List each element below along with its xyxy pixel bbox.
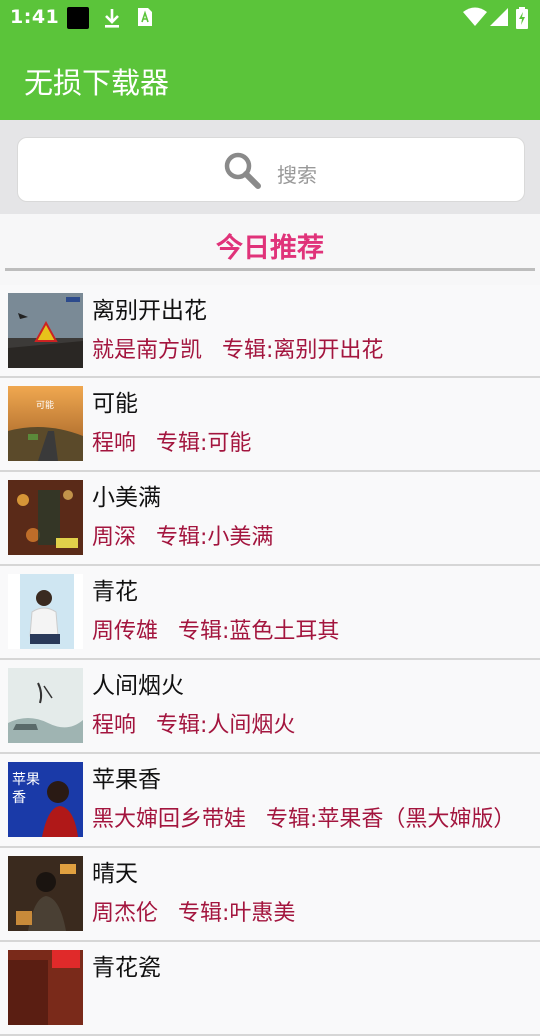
song-meta: 就是南方凯 专辑:离别开出花 [92, 332, 383, 364]
song-title: 晴天 [92, 861, 138, 887]
song-artist: 黑大婶回乡带娃 [92, 807, 247, 832]
search-placeholder: 搜索 [277, 163, 317, 187]
section-title: 今日推荐 [216, 233, 324, 264]
album-cover-image [8, 574, 83, 649]
song-album: 专辑:可能 [156, 431, 252, 456]
song-title: 离别开出花 [92, 298, 207, 324]
song-artist: 周杰伦 [92, 901, 159, 926]
song-title: 苹果香 [92, 767, 161, 793]
song-title: 小美满 [92, 485, 161, 511]
song-row[interactable]: 离别开出花 就是南方凯 专辑:离别开出花 [0, 285, 540, 378]
song-row[interactable]: 人间烟火 程响 专辑:人间烟火 [0, 660, 540, 754]
album-cover-image [8, 293, 83, 368]
song-artist: 程响 [92, 431, 137, 456]
recommend-section-header: 今日推荐 [0, 214, 540, 271]
wifi-icon [463, 7, 487, 31]
svg-text:香: 香 [12, 790, 26, 806]
song-artist: 就是南方凯 [92, 338, 203, 363]
song-artist: 程响 [92, 713, 137, 738]
song-artist: 周传雄 [92, 619, 159, 644]
song-title: 人间烟火 [92, 673, 184, 699]
album-cover-image: 可能 [8, 386, 83, 461]
song-album: 专辑:人间烟火 [156, 713, 296, 738]
battery-charging-icon [516, 7, 528, 33]
song-meta: 程响 专辑:人间烟火 [92, 707, 295, 739]
svg-text:可能: 可能 [36, 399, 54, 411]
song-meta: 程响 专辑:可能 [92, 425, 251, 457]
song-title: 可能 [92, 391, 138, 417]
a-app-icon [137, 7, 153, 31]
status-bar: 1:41 [0, 0, 540, 36]
song-album: 专辑:苹果香（黑大婶版） [266, 807, 516, 832]
download-icon [102, 7, 122, 33]
song-album: 专辑:离别开出花 [222, 338, 384, 363]
song-meta: 周深 专辑:小美满 [92, 519, 273, 551]
app-title: 无损下载器 [24, 66, 170, 100]
song-meta: 周传雄 专辑:蓝色土耳其 [92, 613, 339, 645]
song-title: 青花 [92, 579, 138, 605]
section-divider [5, 268, 535, 271]
song-album: 专辑:小美满 [156, 525, 274, 550]
song-row[interactable]: 可能 可能 程响 专辑:可能 [0, 378, 540, 472]
svg-text:苹果: 苹果 [12, 772, 40, 788]
song-album: 专辑:叶惠美 [178, 901, 296, 926]
song-row[interactable]: 苹果 香 苹果香 黑大婶回乡带娃 专辑:苹果香（黑大婶版） [0, 754, 540, 848]
song-meta: 黑大婶回乡带娃 专辑:苹果香（黑大婶版） [92, 801, 515, 833]
search-icon [223, 151, 261, 193]
song-row[interactable]: 小美满 周深 专辑:小美满 [0, 472, 540, 566]
song-row[interactable]: 青花瓷 [0, 942, 540, 1036]
signal-icon [489, 7, 509, 31]
search-input[interactable]: 搜索 [17, 137, 525, 202]
song-row[interactable]: 晴天 周杰伦 专辑:叶惠美 [0, 848, 540, 942]
album-cover-image: 苹果 香 [8, 762, 83, 837]
song-meta: 周杰伦 专辑:叶惠美 [92, 895, 295, 927]
song-artist: 周深 [92, 525, 137, 550]
song-row[interactable]: 青花 周传雄 专辑:蓝色土耳其 [0, 566, 540, 660]
album-cover-image [8, 668, 83, 743]
app-bar: 无损下载器 [0, 36, 540, 120]
status-time: 1:41 [10, 6, 60, 28]
search-area: 搜索 [0, 120, 540, 214]
song-meta [92, 989, 112, 1014]
song-album: 专辑:蓝色土耳其 [178, 619, 340, 644]
album-cover-image [8, 856, 83, 931]
song-list: 离别开出花 就是南方凯 专辑:离别开出花 可能 可能 程响 专辑:可能 小美满 … [0, 285, 540, 1036]
song-title: 青花瓷 [92, 955, 161, 981]
album-cover-image [8, 480, 83, 555]
notification-black-square-icon [67, 7, 89, 29]
album-cover-image [8, 950, 83, 1025]
